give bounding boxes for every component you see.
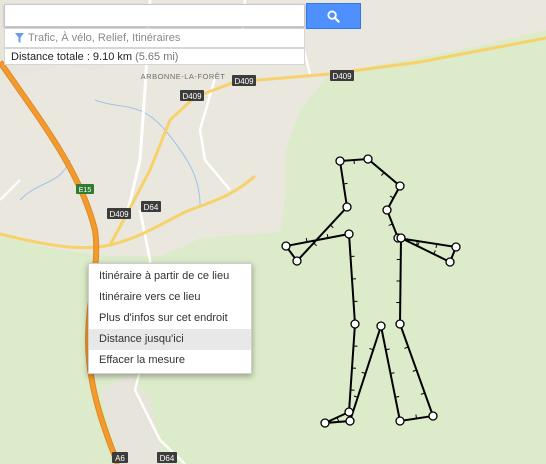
measurement-tick: [343, 182, 348, 185]
menu-item-clear-measurement[interactable]: Effacer la mesure: [89, 350, 251, 371]
filter-icon: [15, 33, 24, 43]
measurement-vertex[interactable]: [335, 156, 345, 166]
menu-item-measure-distance[interactable]: Distance jusqu'ici: [89, 329, 251, 350]
context-menu: Itinéraire à partir de ce lieu Itinérair…: [88, 263, 252, 374]
road-shield: E15: [76, 184, 94, 194]
measurement-vertex[interactable]: [344, 407, 354, 417]
measurement-tick: [329, 224, 334, 229]
measurement-vertex[interactable]: [445, 257, 455, 267]
measurement-vertex[interactable]: [292, 256, 302, 266]
measurement-vertex[interactable]: [363, 154, 373, 164]
search-box[interactable]: [4, 4, 307, 27]
distance-summary: Distance totale : 9.10 km (5.65 mi): [4, 48, 305, 65]
measurement-vertex[interactable]: [342, 202, 352, 212]
svg-text:D64: D64: [160, 454, 175, 463]
measurement-vertex[interactable]: [281, 241, 291, 251]
map-view[interactable]: D409 D409 D409 D409 D64 D64 E15 A6 ARBON…: [0, 0, 546, 464]
svg-text:E15: E15: [79, 187, 92, 194]
svg-text:A6: A6: [115, 454, 125, 463]
measurement-tick: [415, 414, 417, 419]
measurement-vertex[interactable]: [345, 416, 355, 426]
layers-link[interactable]: Trafic, À vélo, Relief, Itinéraires: [4, 28, 305, 48]
search-input[interactable]: [5, 5, 307, 26]
distance-total: Distance totale : 9.10 km: [11, 50, 133, 63]
measurement-tick: [313, 242, 317, 247]
svg-text:D409: D409: [332, 72, 352, 81]
map-canvas[interactable]: D409 D409 D409 D409 D64 D64 E15 A6 ARBON…: [0, 0, 546, 464]
menu-item-whats-here[interactable]: Plus d'infos sur cet endroit: [89, 308, 251, 329]
distance-measurement-path[interactable]: [281, 154, 461, 428]
measurement-vertex[interactable]: [395, 181, 405, 191]
svg-text:D64: D64: [144, 203, 159, 212]
measurement-vertex[interactable]: [344, 229, 354, 239]
measurement-tick: [435, 243, 438, 249]
svg-text:D409: D409: [182, 92, 202, 101]
measurement-vertex[interactable]: [395, 416, 405, 426]
measurement-vertex[interactable]: [350, 319, 360, 329]
menu-item-directions-to[interactable]: Itinéraire vers ce lieu: [89, 287, 251, 308]
measurement-vertex[interactable]: [428, 411, 438, 421]
road-shield: D64: [141, 201, 161, 212]
measurement-tick: [416, 240, 418, 246]
measurement-vertex[interactable]: [396, 233, 406, 243]
measurement-line: [284, 157, 458, 424]
search-button[interactable]: [306, 3, 361, 29]
search-icon: [327, 9, 340, 23]
road-shield: D409: [180, 90, 204, 101]
road-shield: D64: [157, 452, 177, 463]
measurement-vertex[interactable]: [320, 418, 330, 428]
town-label: ARBONNE-LA-FORÊT: [141, 72, 226, 81]
road-shield: D409: [232, 75, 256, 86]
svg-text:D409: D409: [234, 77, 254, 86]
measurement-vertex[interactable]: [451, 242, 461, 252]
layers-link-text: Trafic, À vélo, Relief, Itinéraires: [28, 32, 181, 44]
distance-miles: (5.65 mi): [135, 50, 179, 63]
menu-item-directions-from[interactable]: Itinéraire à partir de ce lieu: [89, 266, 251, 287]
svg-text:D409: D409: [109, 210, 129, 219]
measurement-vertex[interactable]: [376, 321, 386, 331]
road-shield: D409: [107, 208, 131, 219]
measurement-tick: [381, 172, 385, 176]
measurement-vertex[interactable]: [382, 205, 392, 215]
road-shield: D409: [330, 70, 354, 81]
road-shield: A6: [112, 452, 128, 463]
measurement-vertex[interactable]: [395, 319, 405, 329]
